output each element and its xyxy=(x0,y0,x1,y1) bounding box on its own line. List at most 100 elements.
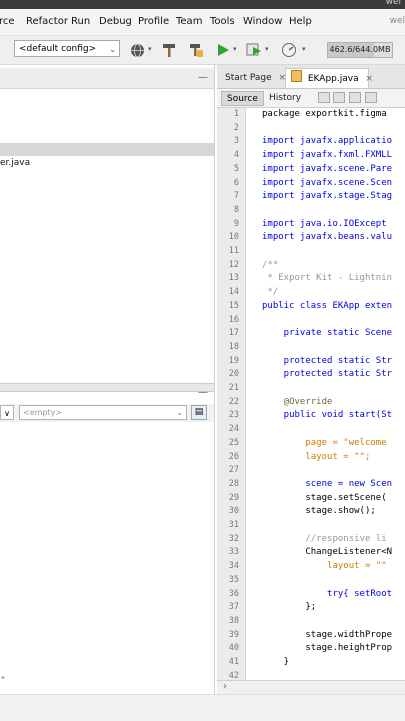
forward-icon[interactable] xyxy=(333,92,345,103)
line-number: 8 xyxy=(233,204,239,215)
profile-icon[interactable] xyxy=(280,41,298,59)
bottom-partial-glyph: • xyxy=(0,673,6,684)
tree-file-item[interactable]: er.java xyxy=(0,158,30,168)
chevron-down-icon: ⌄ xyxy=(109,45,116,54)
toggle-bookmark-icon[interactable] xyxy=(365,92,377,103)
code-line: import javafx.stage.Stag xyxy=(262,191,393,202)
memory-text: 462.6/644.0MB xyxy=(329,45,391,54)
menu-item-window[interactable]: Window xyxy=(243,16,282,27)
menu-bar: rce Refactor Run Debug Profile Team Tool… xyxy=(0,9,405,36)
menu-item-help[interactable]: Help xyxy=(289,16,312,27)
line-number: 30 xyxy=(228,506,239,517)
scroll-right-icon[interactable]: › xyxy=(223,681,227,692)
navigator-member-value: <empty> xyxy=(23,408,63,417)
clean-build-icon[interactable] xyxy=(187,41,205,59)
code-line: stage.heightProp xyxy=(262,643,393,654)
menu-item-source[interactable]: rce xyxy=(0,16,15,27)
editor-tab-strip: Start Page × EKApp.java × xyxy=(217,65,405,89)
hammer-icon[interactable] xyxy=(160,41,178,59)
line-number: 18 xyxy=(228,341,239,352)
line-number: 24 xyxy=(228,424,239,435)
code-line: //responsive li xyxy=(262,533,387,544)
line-number: 22 xyxy=(228,396,239,407)
line-number: 36 xyxy=(228,588,239,599)
code-line: @Override xyxy=(262,396,333,407)
code-line: public class EKApp exten xyxy=(262,300,393,311)
config-select-value: <default config> xyxy=(19,44,97,54)
history-tab[interactable]: History xyxy=(264,91,306,106)
code-area[interactable]: package exportkit.figma import javafx.app… xyxy=(246,108,405,680)
code-line: protected static Str xyxy=(262,355,393,366)
navigator-options-icon[interactable]: ▤ xyxy=(191,405,207,420)
line-number: 27 xyxy=(228,465,239,476)
tab-ekapp-java-label: EKApp.java xyxy=(307,74,359,84)
navigator-member-combo[interactable]: <empty> ⌄ xyxy=(19,405,187,420)
profile-dropdown-icon[interactable]: ▾ xyxy=(302,45,306,53)
code-line: */ xyxy=(262,287,279,298)
line-number: 31 xyxy=(228,520,239,530)
line-number: 41 xyxy=(228,657,239,667)
chevron-down-icon: ⌄ xyxy=(176,408,183,417)
menu-item-run[interactable]: Run xyxy=(71,16,90,27)
code-line: layout = "" xyxy=(262,561,387,572)
code-line: package exportkit.figma xyxy=(262,109,387,119)
menu-item-profile[interactable]: Profile xyxy=(138,16,169,27)
code-line: /** xyxy=(262,259,279,270)
find-icon[interactable] xyxy=(349,92,361,103)
navigator-filter-combo[interactable]: ∨ xyxy=(0,405,14,420)
code-line: page = "welcome xyxy=(262,437,387,448)
code-line: stage.show(); xyxy=(262,506,376,517)
navigator-toolbar: ∨ <empty> ⌄ ▤ xyxy=(0,404,214,422)
code-line: stage.setScene( xyxy=(262,492,387,503)
window-title: wel xyxy=(385,0,401,7)
navigator-minimize-icon[interactable]: — xyxy=(198,387,208,398)
line-number: 23 xyxy=(228,410,239,421)
line-number: 35 xyxy=(228,574,239,585)
menu-item-team[interactable]: Team xyxy=(176,16,202,27)
menu-item-refactor[interactable]: Refactor xyxy=(26,16,68,27)
run-dropdown-icon[interactable]: ▾ xyxy=(233,45,237,53)
run-icon[interactable] xyxy=(214,41,232,59)
line-number: 15 xyxy=(228,300,239,311)
source-tab[interactable]: Source xyxy=(221,91,264,106)
globe-icon[interactable] xyxy=(128,41,146,59)
code-line: scene = new Scen xyxy=(262,478,393,489)
code-line: import javafx.applicatio xyxy=(262,136,393,147)
code-line: stage.widthPrope xyxy=(262,629,393,640)
menu-user-fragment: wel xyxy=(389,16,405,26)
pane-splitter[interactable] xyxy=(0,383,214,392)
projects-pane: — er.java — ∨ <empty> ⌄ ▤ • xyxy=(0,65,215,720)
line-number: 12 xyxy=(228,259,239,270)
code-line: protected static Str xyxy=(262,369,393,380)
close-icon[interactable]: × xyxy=(365,74,373,84)
line-number-gutter: 1 2 3 4 5 6 7 8 9 10 11 12 13 14 15 16 17 18 19 20 21 22 23 24 2… xyxy=(217,108,246,681)
globe-dropdown-icon[interactable]: ▾ xyxy=(148,45,152,53)
code-line: public void start(St xyxy=(262,410,393,421)
tab-start-page[interactable]: Start Page × xyxy=(220,68,286,88)
menu-item-debug[interactable]: Debug xyxy=(99,16,132,27)
line-number: 10 xyxy=(228,232,239,243)
menu-item-tools[interactable]: Tools xyxy=(210,16,235,27)
memory-indicator[interactable]: 462.6/644.0MB xyxy=(327,42,393,58)
line-number: 9 xyxy=(233,218,239,229)
line-number: 26 xyxy=(228,451,239,462)
editor-horizontal-scrollbar[interactable]: › xyxy=(217,680,405,695)
tree-row-selected[interactable] xyxy=(0,143,214,156)
code-line: import javafx.scene.Scen xyxy=(262,177,393,188)
line-number: 34 xyxy=(228,561,239,572)
line-number: 14 xyxy=(228,287,239,298)
minimize-icon[interactable]: — xyxy=(198,72,208,83)
code-line: ChangeListener<N xyxy=(262,547,393,558)
line-number: 28 xyxy=(228,478,239,489)
debug-dropdown-icon[interactable]: ▾ xyxy=(265,45,269,53)
back-icon[interactable] xyxy=(318,92,330,103)
tab-ekapp-java[interactable]: EKApp.java × xyxy=(285,68,373,88)
code-line: import javafx.scene.Pare xyxy=(262,163,393,174)
code-line: private static Scene xyxy=(262,328,393,339)
line-number: 33 xyxy=(228,547,239,558)
debug-icon[interactable] xyxy=(245,41,263,59)
tab-start-page-label: Start Page xyxy=(225,73,272,83)
config-select[interactable]: <default config> ⌄ xyxy=(14,40,120,57)
line-number: 2 xyxy=(233,122,239,133)
line-number: 29 xyxy=(228,492,239,503)
